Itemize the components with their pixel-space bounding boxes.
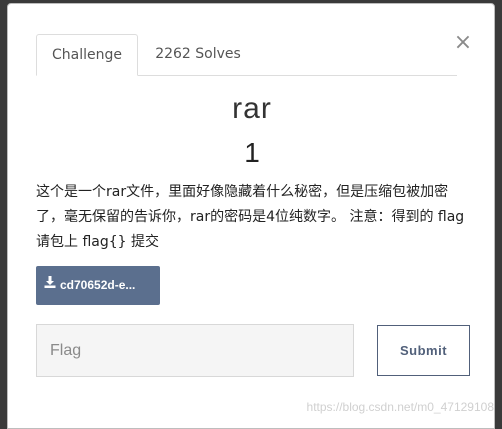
challenge-modal: × Challenge 2262 Solves rar 1 这个是一个rar文件… — [7, 3, 495, 429]
challenge-description: 这个是一个rar文件，里面好像隐藏着什么秘密，但是压缩包被加密了，毫无保留的告诉… — [36, 184, 465, 250]
flag-input[interactable] — [36, 324, 354, 377]
tab-solves[interactable]: 2262 Solves — [146, 34, 250, 74]
file-name-label: cd70652d-e... — [60, 278, 136, 292]
file-download-button[interactable]: cd70652d-e... — [36, 266, 160, 305]
tab-challenge[interactable]: Challenge — [36, 34, 138, 76]
challenge-value: 1 — [244, 137, 260, 168]
download-icon — [44, 265, 56, 304]
submit-button[interactable]: Submit — [377, 325, 470, 376]
challenge-name: rar — [232, 92, 272, 125]
tab-bar: Challenge 2262 Solves — [36, 34, 457, 76]
watermark-text: https://blog.csdn.net/m0_47129108 — [306, 400, 494, 414]
